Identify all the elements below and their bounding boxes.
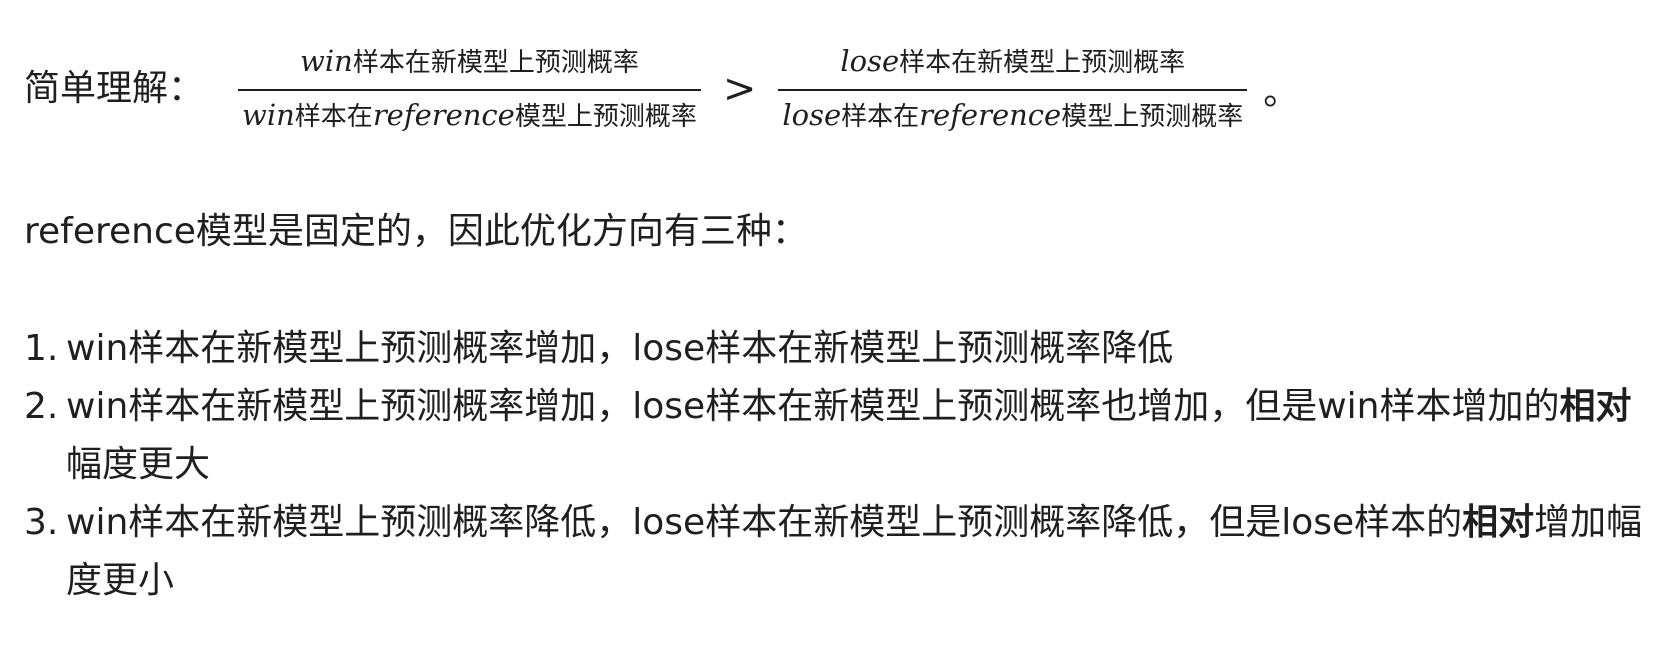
greater-than-operator: > <box>722 66 757 112</box>
list-item-text-after: 幅度更大 <box>66 444 211 485</box>
document-body: 简单理解： win样本在新模型上预测概率 win样本在reference模型上预… <box>24 0 1654 668</box>
left-fraction-bar <box>238 89 701 91</box>
list-item-number: 2. <box>24 386 59 427</box>
list-item: 1. win样本在新模型上预测概率增加，lose样本在新模型上预测概率降低 <box>24 320 1654 378</box>
formula-line: 简单理解： win样本在新模型上预测概率 win样本在reference模型上预… <box>24 34 1299 144</box>
left-denominator-text: 模型上预测概率 <box>514 102 697 132</box>
list-item-text: win样本在新模型上预测概率降低，lose样本在新模型上预测概率降低，但是los… <box>66 494 1654 610</box>
left-fraction-numerator: win样本在新模型上预测概率 <box>296 43 643 81</box>
left-fraction-denominator: win样本在reference模型上预测概率 <box>238 97 701 135</box>
right-numerator-text: 样本在新模型上预测概率 <box>899 48 1186 78</box>
left-denominator-ref: reference <box>372 98 515 132</box>
right-fraction-numerator: lose样本在新模型上预测概率 <box>836 43 1189 81</box>
left-fraction: win样本在新模型上预测概率 win样本在reference模型上预测概率 <box>238 43 701 135</box>
list-item: 3. win样本在新模型上预测概率降低，lose样本在新模型上预测概率降低，但是… <box>24 494 1654 610</box>
left-numerator-text: 样本在新模型上预测概率 <box>352 48 639 78</box>
formula-label: 简单理解： <box>24 68 205 109</box>
list-item-text: win样本在新模型上预测概率增加，lose样本在新模型上预测概率也增加，但是wi… <box>66 378 1654 494</box>
right-denominator-var: lose <box>782 98 842 132</box>
list-item-text-before: win样本在新模型上预测概率降低，lose样本在新模型上预测概率降低，但是los… <box>66 502 1463 543</box>
left-numerator-var: win <box>300 44 353 78</box>
optimization-directions-list: 1. win样本在新模型上预测概率增加，lose样本在新模型上预测概率降低 2.… <box>24 320 1654 610</box>
list-item-bold-text: 相对 <box>1462 502 1535 543</box>
list-item-bold-text: 相对 <box>1559 386 1632 427</box>
list-item-text-before: win样本在新模型上预测概率增加，lose样本在新模型上预测概率也增加，但是wi… <box>66 386 1560 427</box>
right-fraction-bar <box>778 89 1248 91</box>
right-fraction: lose样本在新模型上预测概率 lose样本在reference模型上预测概率 <box>778 43 1248 135</box>
list-item-text: win样本在新模型上预测概率增加，lose样本在新模型上预测概率降低 <box>66 320 1654 378</box>
list-item: 2. win样本在新模型上预测概率增加，lose样本在新模型上预测概率也增加，但… <box>24 378 1654 494</box>
intro-paragraph: reference模型是固定的，因此优化方向有三种： <box>24 211 808 252</box>
left-denominator-mid: 样本在 <box>294 102 373 132</box>
list-item-number: 3. <box>24 502 59 543</box>
right-fraction-denominator: lose样本在reference模型上预测概率 <box>778 97 1247 135</box>
formula-end-mark: 。 <box>1263 72 1300 113</box>
right-denominator-ref: reference <box>919 98 1062 132</box>
list-item-number: 1. <box>24 328 59 369</box>
left-denominator-var: win <box>242 98 295 132</box>
right-numerator-var: lose <box>840 44 900 78</box>
right-denominator-text: 模型上预测概率 <box>1061 102 1244 132</box>
list-item-text-before: win样本在新模型上预测概率增加，lose样本在新模型上预测概率降低 <box>66 328 1174 369</box>
right-denominator-mid: 样本在 <box>841 102 920 132</box>
